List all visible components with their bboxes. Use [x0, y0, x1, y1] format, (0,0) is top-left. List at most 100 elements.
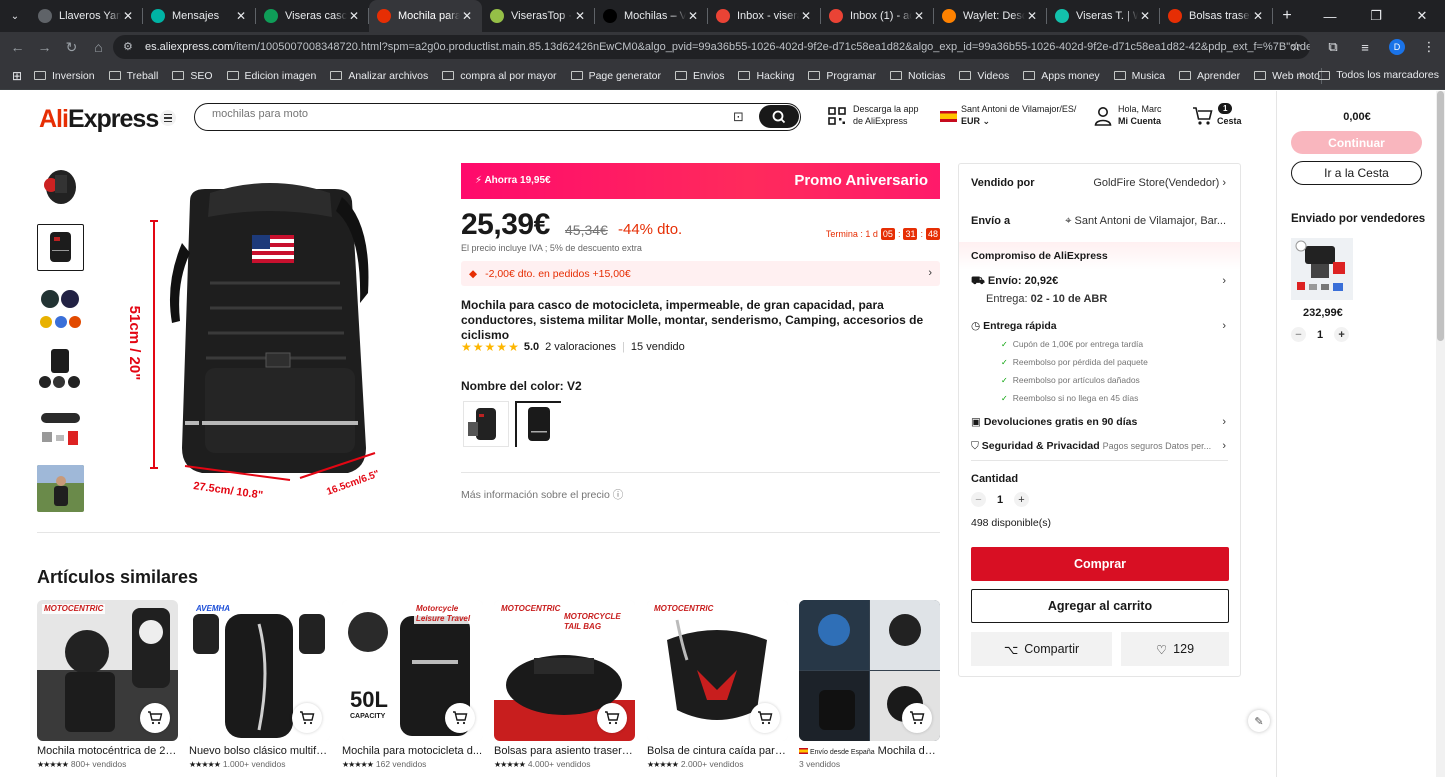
minimize-icon[interactable]: —: [1307, 0, 1353, 32]
bookmark-folder[interactable]: compra al por mayor: [442, 70, 557, 82]
browser-tab[interactable]: Llaveros Yamaha✕: [30, 0, 143, 32]
gallery-thumb[interactable]: [37, 165, 84, 212]
browser-tab-active[interactable]: Mochila para casco✕: [369, 0, 482, 32]
card-image[interactable]: Motorcycle Leisure Travel 50L CAPACITY: [342, 600, 483, 741]
bookmark-folder[interactable]: Page generator: [570, 70, 661, 82]
chevron-right-icon[interactable]: ›: [1222, 320, 1226, 332]
chevron-right-icon[interactable]: ›: [1222, 440, 1226, 452]
qr-code-icon[interactable]: [828, 107, 846, 125]
browser-tab[interactable]: ViserasTop · Pr✕: [482, 0, 595, 32]
search-button[interactable]: [759, 105, 799, 128]
cart-item-qty[interactable]: 1: [1317, 329, 1323, 341]
reviews-link[interactable]: 2 valoraciones: [545, 341, 616, 353]
apps-grid-icon[interactable]: ⊞: [0, 69, 34, 83]
card-image[interactable]: MOTOCENTRIC MOTORCYCLE TAIL BAG: [494, 600, 635, 741]
gallery-thumb-selected[interactable]: [37, 224, 84, 271]
home-icon[interactable]: ⌂: [85, 34, 112, 60]
close-window-icon[interactable]: ✕: [1399, 0, 1445, 32]
browser-tab[interactable]: Bolsas traseras✕: [1160, 0, 1273, 32]
bookmark-folder[interactable]: Videos: [959, 70, 1009, 82]
close-tab-icon[interactable]: ✕: [1025, 9, 1039, 23]
card-image[interactable]: MOTOCENTRIC: [647, 600, 788, 741]
bookmark-folder[interactable]: Web moto: [1254, 70, 1320, 82]
browser-tab[interactable]: Inbox - viserastop✕: [708, 0, 821, 32]
increase-button[interactable]: +: [1334, 327, 1350, 342]
bookmark-folder[interactable]: SEO: [172, 70, 213, 82]
page-scrollbar[interactable]: [1436, 91, 1445, 777]
close-tab-icon[interactable]: ✕: [347, 9, 361, 23]
bookmark-folder[interactable]: Analizar archivos: [330, 70, 428, 82]
bookmark-folder[interactable]: Treball: [108, 70, 158, 82]
tab-search-icon[interactable]: ⌄: [0, 0, 30, 32]
image-search-icon[interactable]: ⊡: [733, 109, 744, 125]
browser-tab[interactable]: Mensajes ✕: [143, 0, 256, 32]
close-tab-icon[interactable]: ✕: [686, 9, 700, 23]
new-tab-button[interactable]: +: [1273, 7, 1301, 25]
edit-pencil-icon[interactable]: ✎: [1248, 710, 1270, 732]
profile-avatar[interactable]: D: [1389, 39, 1405, 55]
more-bookmarks-icon[interactable]: »: [1299, 68, 1305, 80]
fast-delivery-row[interactable]: ◷ Entrega rápida: [971, 320, 1057, 332]
similar-product-card[interactable]: MOTOCENTRIC Mochila motocéntrica de 28...…: [37, 600, 178, 769]
go-to-cart-button[interactable]: Ir a la Cesta: [1291, 161, 1422, 185]
increase-button[interactable]: +: [1014, 492, 1029, 507]
store-link[interactable]: GoldFire Store(Vendedor) ›: [1093, 177, 1226, 189]
color-swatch-v2[interactable]: [515, 401, 561, 447]
ship-to-selector[interactable]: ⌖ Sant Antoni de Vilamajor, Bar...: [1065, 215, 1226, 228]
browser-tab[interactable]: Waylet: Descubre✕: [934, 0, 1047, 32]
gallery-thumb[interactable]: [37, 405, 84, 452]
price-info-link[interactable]: Más información sobre el precio ⓘ: [461, 487, 623, 502]
main-product-image[interactable]: 51cm / 20" 27.5cm/ 10.8" 16.5cm/6.5": [110, 183, 430, 513]
restore-icon[interactable]: ❐: [1353, 0, 1399, 32]
add-to-cart-icon[interactable]: [445, 703, 475, 733]
address-bar[interactable]: ⚙ es.aliexpress.com/item/100500700834872…: [113, 35, 1310, 59]
close-tab-icon[interactable]: ✕: [1251, 9, 1265, 23]
gallery-thumb[interactable]: [37, 285, 84, 332]
bookmark-folder[interactable]: Aprender: [1178, 70, 1240, 82]
bookmark-folder[interactable]: Envios: [674, 70, 724, 82]
card-image[interactable]: [799, 600, 940, 741]
chevron-right-icon[interactable]: ›: [1222, 275, 1226, 287]
close-tab-icon[interactable]: ✕: [1138, 9, 1152, 23]
bookmark-folder[interactable]: Hacking: [738, 70, 794, 82]
returns-row[interactable]: ▣ Devoluciones gratis en 90 días: [971, 416, 1137, 428]
download-app-link[interactable]: Descarga la app de AliExpress: [853, 103, 919, 127]
close-tab-icon[interactable]: ✕: [460, 9, 474, 23]
aliexpress-logo[interactable]: AliExpress: [39, 105, 159, 134]
card-image[interactable]: MOTOCENTRIC: [37, 600, 178, 741]
color-swatch-v1[interactable]: [463, 401, 509, 447]
bookmark-folder[interactable]: Edicion imagen: [226, 70, 316, 82]
bookmark-folder[interactable]: Inversion: [34, 70, 95, 82]
close-tab-icon[interactable]: ✕: [121, 9, 135, 23]
reload-icon[interactable]: ↻: [58, 34, 85, 60]
gallery-thumb[interactable]: [37, 465, 84, 512]
quantity-value[interactable]: 1: [995, 494, 1005, 506]
back-icon[interactable]: ←: [4, 34, 31, 60]
decrease-button[interactable]: −: [1291, 327, 1306, 342]
similar-product-card[interactable]: MOTOCENTRIC Bolsa de cintura caída para .…: [647, 600, 788, 769]
gallery-thumb[interactable]: [37, 345, 84, 392]
cart-label[interactable]: Cesta: [1217, 115, 1242, 127]
continue-button[interactable]: Continuar: [1291, 131, 1422, 154]
close-tab-icon[interactable]: ✕: [799, 9, 813, 23]
coupon-banner[interactable]: ◆ -2,00€ dto. en pedidos +15,00€ ›: [461, 261, 940, 286]
cart-item-image[interactable]: [1291, 238, 1353, 300]
share-button[interactable]: ⌥ Compartir: [971, 632, 1112, 666]
close-tab-icon[interactable]: ✕: [234, 9, 248, 23]
account-menu[interactable]: Hola, Marc Mi Cuenta: [1118, 103, 1162, 127]
add-to-cart-icon[interactable]: [750, 703, 780, 733]
categories-menu-icon[interactable]: [160, 110, 176, 126]
site-info-icon[interactable]: ⚙: [123, 40, 133, 53]
forward-icon[interactable]: →: [31, 34, 58, 60]
browser-tab[interactable]: Viseras T. | Wallapop✕: [1047, 0, 1160, 32]
buy-now-button[interactable]: Comprar: [971, 547, 1229, 581]
bookmark-folder[interactable]: Programar: [808, 70, 876, 82]
search-input[interactable]: [212, 108, 712, 120]
decrease-button[interactable]: −: [971, 492, 986, 507]
add-to-cart-icon[interactable]: [902, 703, 932, 733]
similar-product-card[interactable]: AVEMHA Nuevo bolso clásico multifu... ★★★★…: [189, 600, 330, 769]
ship-to-selector[interactable]: Sant Antoni de Vilamajor/ES/EUR ⌄: [961, 103, 1076, 127]
bookmark-folder[interactable]: Noticias: [890, 70, 945, 82]
similar-product-card[interactable]: Envío desde España Mochila de ... 3 vendi…: [799, 600, 940, 769]
similar-product-card[interactable]: MOTOCENTRIC MOTORCYCLE TAIL BAG Bolsas par…: [494, 600, 635, 769]
